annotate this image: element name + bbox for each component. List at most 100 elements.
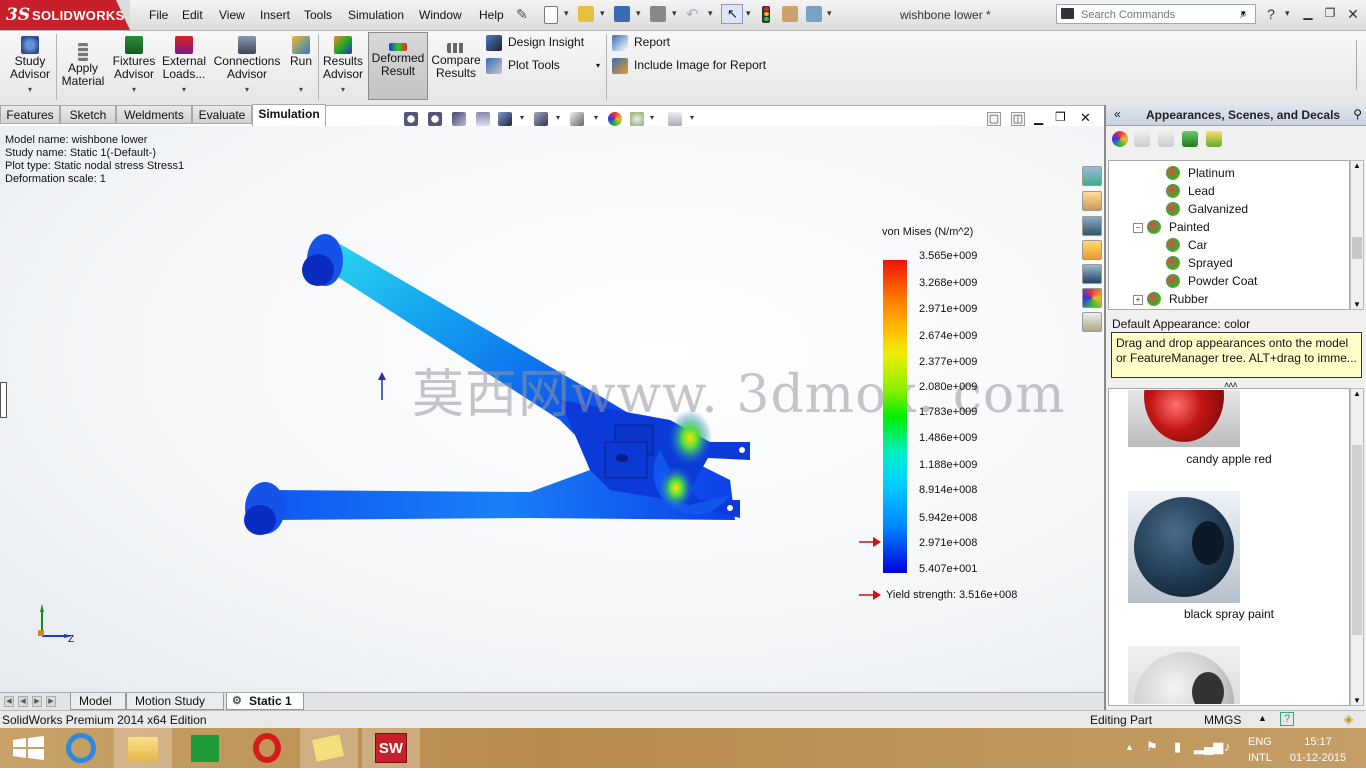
report-button[interactable]: Report bbox=[612, 35, 670, 53]
zoom-to-fit-icon[interactable] bbox=[404, 112, 418, 126]
swatch-black-spray-paint[interactable] bbox=[1128, 491, 1240, 603]
connections-dropdown-icon[interactable]: ▾ bbox=[212, 83, 282, 96]
pin-pane-icon[interactable]: ⚲ bbox=[1353, 107, 1362, 121]
undo-dropdown-icon[interactable]: ▾ bbox=[708, 8, 713, 19]
pin-icon[interactable]: ✎ bbox=[516, 6, 528, 23]
units-up-icon[interactable]: ▲ bbox=[1258, 713, 1267, 723]
show-hidden-icons-icon[interactable]: ▲ bbox=[1125, 742, 1134, 752]
sticky-notes-app[interactable] bbox=[300, 728, 358, 768]
fixtures-dropdown-icon[interactable]: ▾ bbox=[110, 83, 158, 96]
swatch-textured-gray[interactable] bbox=[1128, 646, 1240, 704]
deformed-result-button[interactable]: Deformed Result bbox=[368, 32, 428, 100]
viewport-restore-button[interactable]: ❐ bbox=[1055, 110, 1066, 124]
section-view-icon[interactable] bbox=[476, 112, 490, 126]
edit-appearance-icon[interactable] bbox=[608, 112, 622, 126]
run-dropdown-icon[interactable]: ▾ bbox=[286, 83, 316, 96]
tab-prev-icon[interactable]: ◀ bbox=[18, 696, 28, 707]
solidworks-logo[interactable]: 3S SOLIDWORKS bbox=[0, 0, 130, 30]
viewport-split-button[interactable]: ◫ bbox=[1011, 112, 1025, 126]
save-dropdown-icon[interactable]: ▾ bbox=[636, 8, 641, 19]
results-advisor-button[interactable]: Results Advisor ▾ bbox=[320, 33, 366, 101]
apply-scene-icon[interactable] bbox=[630, 112, 644, 126]
collapse-pane-icon[interactable]: « bbox=[1114, 107, 1121, 121]
design-library-tab-icon[interactable] bbox=[1082, 216, 1102, 236]
external-loads-button[interactable]: External Loads... ▾ bbox=[160, 33, 208, 101]
tab-first-icon[interactable]: ◀ bbox=[4, 696, 14, 707]
tree-expander-icon[interactable]: − bbox=[1133, 223, 1143, 233]
tab-evaluate[interactable]: Evaluate bbox=[192, 105, 252, 124]
hide-show-items-icon[interactable] bbox=[570, 112, 584, 126]
minimize-window-button[interactable]: ▁ bbox=[1300, 6, 1316, 20]
battery-icon[interactable]: ▮ bbox=[1174, 739, 1181, 755]
open-folder-icon[interactable] bbox=[578, 6, 594, 22]
help-icon[interactable]: ? bbox=[1263, 6, 1279, 22]
file-explorer-tab-icon[interactable] bbox=[1082, 240, 1102, 260]
feature-manager-toggle[interactable] bbox=[0, 382, 7, 418]
menu-insert[interactable]: Insert bbox=[260, 8, 290, 22]
tab-model[interactable]: Model bbox=[70, 693, 126, 710]
search-box[interactable]: ⌕ bbox=[1056, 4, 1256, 24]
study-advisor-button[interactable]: Study Advisor ▾ bbox=[6, 33, 54, 101]
tab-static[interactable]: ⚙ Static 1 bbox=[226, 693, 304, 710]
results-advisor-dropdown-icon[interactable]: ▾ bbox=[320, 83, 366, 96]
new-dropdown-icon[interactable]: ▾ bbox=[564, 8, 569, 19]
view-settings-dropdown-icon[interactable]: ▾ bbox=[690, 113, 694, 122]
connections-advisor-button[interactable]: Connections Advisor ▾ bbox=[212, 33, 282, 101]
hide-show-dropdown-icon[interactable]: ▾ bbox=[594, 113, 598, 122]
study-advisor-dropdown-icon[interactable]: ▾ bbox=[6, 83, 54, 96]
zoom-to-area-icon[interactable] bbox=[428, 112, 442, 126]
signal-icon[interactable]: ▂▄▆ bbox=[1194, 739, 1223, 755]
tree-scroll-down-icon[interactable]: ▼ bbox=[1353, 300, 1361, 309]
plot-tools-button[interactable]: Plot Tools bbox=[486, 58, 560, 76]
tab-sketch[interactable]: Sketch bbox=[60, 105, 116, 124]
external-loads-dropdown-icon[interactable]: ▾ bbox=[160, 83, 208, 96]
display-style-icon[interactable] bbox=[534, 112, 548, 126]
display-style-dropdown-icon[interactable]: ▾ bbox=[556, 113, 560, 122]
tab-weldments[interactable]: Weldments bbox=[116, 105, 192, 124]
file-properties-icon[interactable] bbox=[782, 6, 798, 22]
internet-explorer-app[interactable] bbox=[52, 728, 110, 768]
search-input[interactable] bbox=[1079, 7, 1233, 23]
tree-scrollbar[interactable]: ▲ ▼ bbox=[1350, 160, 1364, 310]
view-settings-icon[interactable] bbox=[668, 112, 682, 126]
gallery-scroll-up-icon[interactable]: ▲ bbox=[1353, 389, 1361, 398]
apply-material-button[interactable]: Apply Material bbox=[58, 33, 108, 101]
plot-tools-dropdown-icon[interactable]: ▾ bbox=[596, 61, 600, 70]
refresh-icon[interactable] bbox=[1182, 131, 1198, 147]
language-indicator[interactable]: ENG INTL bbox=[1248, 734, 1272, 766]
add-appearance-icon[interactable] bbox=[1112, 131, 1128, 147]
view-orientation-icon[interactable] bbox=[498, 112, 512, 126]
restore-window-button[interactable]: ❐ bbox=[1322, 6, 1338, 20]
fixtures-advisor-button[interactable]: Fixtures Advisor ▾ bbox=[110, 33, 158, 101]
apply-scene-dropdown-icon[interactable]: ▾ bbox=[650, 113, 654, 122]
undo-icon[interactable]: ↶ bbox=[686, 5, 699, 23]
run-button[interactable]: Run ▾ bbox=[286, 33, 316, 101]
include-image-button[interactable]: Include Image for Report bbox=[612, 58, 766, 76]
options-icon[interactable] bbox=[806, 6, 822, 22]
start-button[interactable] bbox=[0, 728, 58, 768]
menu-simulation[interactable]: Simulation bbox=[348, 8, 404, 22]
open-folder-icon[interactable] bbox=[1158, 131, 1174, 147]
menu-tools[interactable]: Tools bbox=[304, 8, 332, 22]
volume-icon[interactable]: ♪ bbox=[1224, 739, 1231, 754]
tag-icon[interactable]: ◈ bbox=[1344, 712, 1353, 726]
custom-properties-tab-icon[interactable] bbox=[1082, 312, 1102, 332]
viewport-single-button[interactable]: ▢ bbox=[987, 112, 1001, 126]
swatch-candy-apple-red[interactable] bbox=[1128, 390, 1240, 447]
design-insight-button[interactable]: Design Insight bbox=[486, 35, 584, 53]
add-folder-icon[interactable] bbox=[1134, 131, 1150, 147]
tree-scroll-thumb[interactable] bbox=[1352, 237, 1362, 259]
solidworks-app[interactable]: SW bbox=[362, 728, 420, 768]
print-icon[interactable] bbox=[650, 6, 666, 22]
options-dropdown-icon[interactable]: ▾ bbox=[827, 8, 832, 19]
gallery-scrollbar[interactable]: ▲ ▼ bbox=[1350, 388, 1364, 706]
action-center-icon[interactable]: ⚑ bbox=[1146, 739, 1158, 755]
new-document-icon[interactable] bbox=[544, 6, 558, 24]
menu-window[interactable]: Window bbox=[419, 8, 462, 22]
close-window-button[interactable]: ✕ bbox=[1345, 6, 1361, 22]
rebuild-traffic-light-icon[interactable] bbox=[762, 6, 770, 23]
units-selector[interactable]: MMGS bbox=[1204, 713, 1241, 727]
view-orientation-dropdown-icon[interactable]: ▾ bbox=[520, 113, 524, 122]
select-dropdown-icon[interactable]: ▾ bbox=[746, 8, 751, 19]
appearances-tab-icon[interactable] bbox=[1082, 288, 1102, 308]
